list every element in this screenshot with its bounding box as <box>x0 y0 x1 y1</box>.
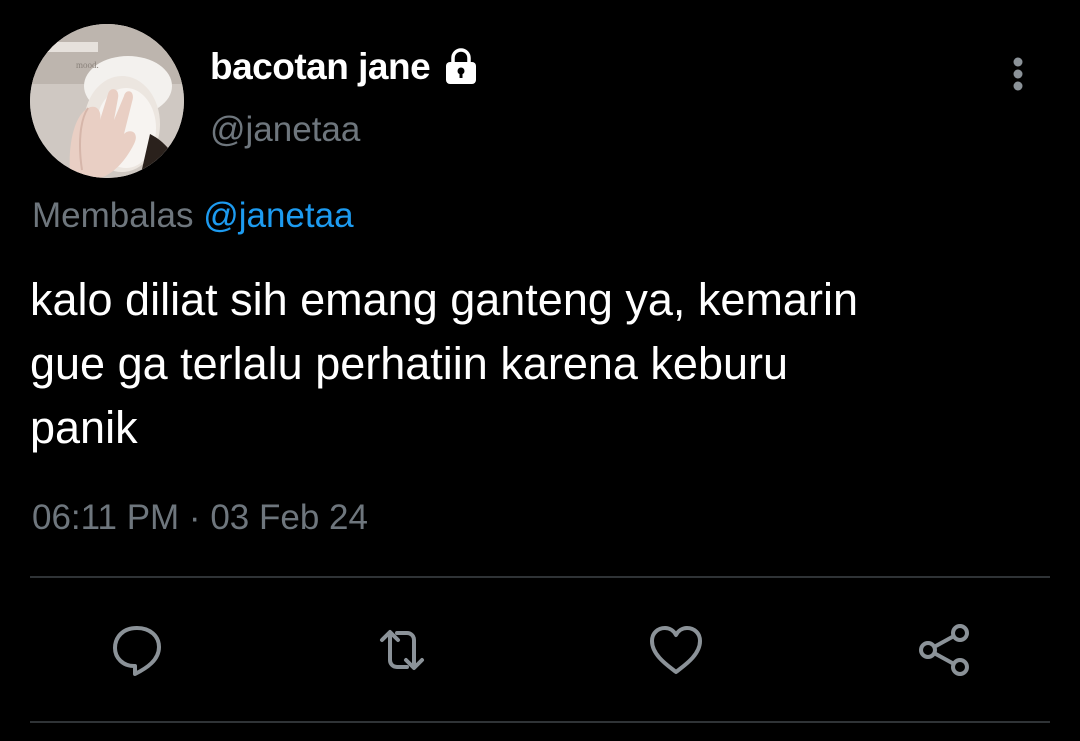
heart-icon <box>650 626 702 674</box>
more-options-button[interactable] <box>996 52 1040 96</box>
avatar[interactable]: mood. <box>30 24 184 178</box>
tweet-detail: mood. bacotan jane @janetaa Membalas @ja… <box>0 0 1080 741</box>
reply-button[interactable] <box>107 620 167 680</box>
author-handle[interactable]: @janetaa <box>210 110 360 150</box>
reply-mention-link[interactable]: @janetaa <box>203 196 353 235</box>
retweet-icon <box>380 630 424 670</box>
tweet-text: kalo diliat sih emang ganteng ya, kemari… <box>30 274 858 453</box>
divider <box>30 576 1050 578</box>
share-icon <box>919 624 969 676</box>
comment-icon <box>113 626 161 676</box>
reply-prefix: Membalas <box>32 196 194 235</box>
avatar-caption: mood. <box>76 60 99 70</box>
share-button[interactable] <box>914 620 974 680</box>
display-name[interactable]: bacotan jane <box>210 46 431 88</box>
retweet-button[interactable] <box>372 620 432 680</box>
divider <box>30 721 1050 723</box>
author-name-row: bacotan jane <box>210 44 482 90</box>
like-button[interactable] <box>646 620 706 680</box>
lock-icon <box>440 46 482 88</box>
reply-context: Membalas @janetaa <box>32 196 354 236</box>
more-vertical-icon <box>1013 57 1023 91</box>
avatar-photo: mood. <box>30 24 184 178</box>
tweet-timestamp[interactable]: 06:11 PM · 03 Feb 24 <box>32 498 368 538</box>
